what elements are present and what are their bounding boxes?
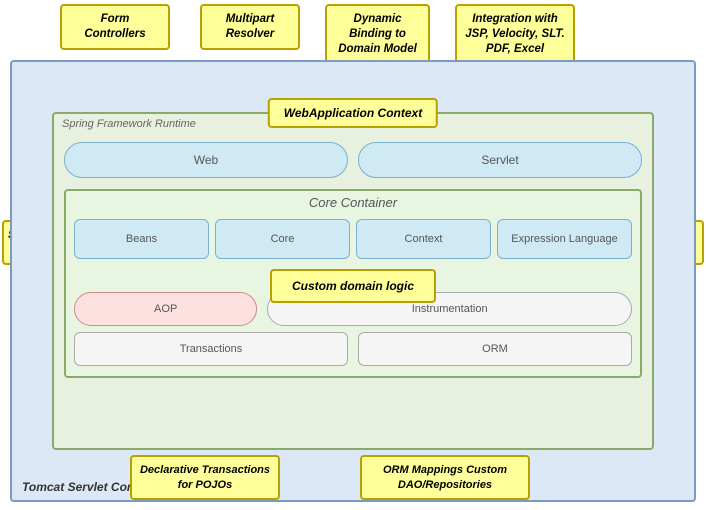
orm-mappings-box: ORM Mappings Custom DAO/Repositories	[360, 455, 530, 500]
transactions-box: Transactions	[74, 332, 348, 366]
webapp-context-label: WebApplication Context	[284, 106, 422, 120]
multipart-resolver-label: Multipart Resolver	[226, 13, 275, 40]
instrumentation-label: Instrumentation	[412, 303, 488, 315]
context-label: Context	[405, 233, 443, 245]
form-controllers-label: Form Controllers	[84, 13, 145, 40]
dynamic-binding-label: Dynamic Binding to Domain Model	[338, 13, 417, 55]
tomcat-container: Spring Framework Runtime WebApplication …	[10, 60, 696, 502]
web-box: Web	[64, 142, 348, 178]
custom-domain-box: Custom domain logic	[270, 269, 436, 303]
aop-label: AOP	[154, 303, 177, 315]
orm-box: ORM	[358, 332, 632, 366]
orm-label: ORM	[482, 343, 508, 355]
core-label: Core	[271, 233, 295, 245]
servlet-box: Servlet	[358, 142, 642, 178]
expression-language-box: Expression Language	[497, 219, 632, 259]
aop-box: AOP	[74, 292, 257, 326]
webapp-context-box: WebApplication Context	[268, 98, 438, 128]
integration-jsp-label: Integration with JSP, Velocity, SLT. PDF…	[465, 13, 565, 55]
core-container-label: Core Container	[309, 195, 397, 210]
custom-domain-label: Custom domain logic	[292, 279, 414, 293]
core-box: Core	[215, 219, 350, 259]
dynamic-binding-box: Dynamic Binding to Domain Model	[325, 4, 430, 65]
core-container: Core Container Beans Core Context Expres…	[64, 189, 642, 378]
beans-box: Beans	[74, 219, 209, 259]
web-label: Web	[194, 153, 218, 167]
form-controllers-box: Form Controllers	[60, 4, 170, 50]
context-box: Context	[356, 219, 491, 259]
spring-runtime: Spring Framework Runtime WebApplication …	[52, 112, 654, 450]
expression-language-label: Expression Language	[511, 233, 617, 245]
declarative-trans-label: Declarative Transactions for POJOs	[140, 464, 270, 490]
main-wrapper: Form Controllers Multipart Resolver Dyna…	[0, 0, 706, 510]
declarative-trans-box: Declarative Transactions for POJOs	[130, 455, 280, 500]
transactions-label: Transactions	[180, 343, 243, 355]
web-servlet-row: Web Servlet	[64, 142, 642, 178]
beans-label: Beans	[126, 233, 157, 245]
spring-label: Spring Framework Runtime	[62, 118, 196, 130]
multipart-resolver-box: Multipart Resolver	[200, 4, 300, 50]
beans-row: Beans Core Context Expression Language	[74, 219, 632, 259]
servlet-label: Servlet	[481, 153, 518, 167]
orm-mappings-label: ORM Mappings Custom DAO/Repositories	[383, 464, 507, 490]
transactions-row: Transactions ORM	[74, 332, 632, 366]
integration-jsp-box: Integration with JSP, Velocity, SLT. PDF…	[455, 4, 575, 65]
